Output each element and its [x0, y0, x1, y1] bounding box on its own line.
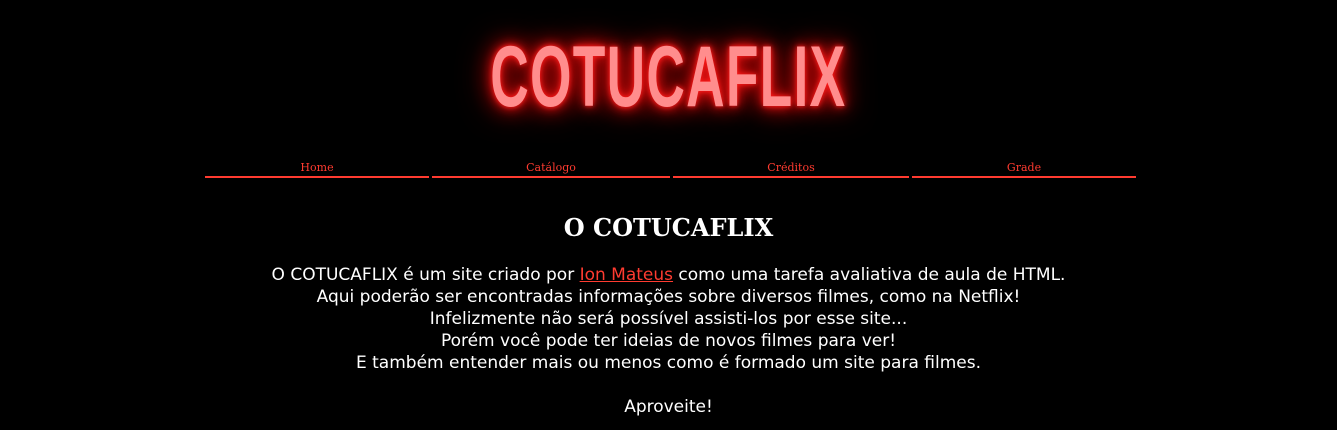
intro-after-link: como uma tarefa avaliativa de aula de HT… [673, 265, 1066, 285]
nav-item-home[interactable]: Home [205, 160, 429, 178]
nav-item-catalogo[interactable]: Catálogo [432, 160, 670, 178]
intro-text: O COTUCAFLIX é um site criado por Ion Ma… [0, 264, 1337, 418]
intro-line-2: Aqui poderão ser encontradas informações… [316, 287, 1021, 307]
nav-item-creditos[interactable]: Créditos [673, 160, 909, 178]
site-logo: COTUCAFLIX [490, 29, 847, 125]
closing-text: Aproveite! [624, 397, 713, 417]
intro-line-5: E também entender mais ou menos como é f… [356, 353, 981, 373]
intro-line-4: Porém você pode ter ideias de novos film… [440, 331, 897, 351]
main-nav: Home Catálogo Créditos Grade [0, 160, 1337, 180]
author-link[interactable]: Ion Mateus [580, 265, 673, 285]
page-title: O COTUCAFLIX [563, 213, 774, 242]
intro-before-link: O COTUCAFLIX é um site criado por [271, 265, 580, 285]
intro-line-1: O COTUCAFLIX é um site criado por Ion Ma… [0, 264, 1337, 286]
nav-item-grade[interactable]: Grade [912, 160, 1136, 178]
intro-line-3: Infelizmente não será possível assisti-l… [429, 309, 908, 329]
